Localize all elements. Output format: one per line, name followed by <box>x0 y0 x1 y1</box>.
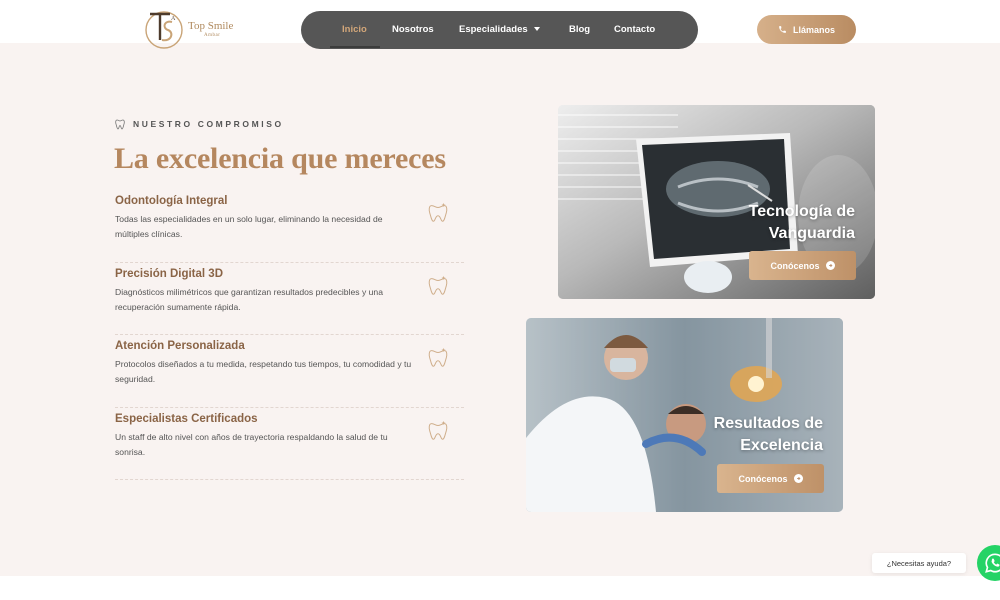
feature-description: Protocolos diseñados a tu medida, respet… <box>115 359 412 384</box>
card-title-line: Resultados de <box>713 415 823 432</box>
nav-active-indicator <box>330 46 380 48</box>
list-item: Odontología Integral Todas las especiali… <box>115 190 464 263</box>
feature-title: Precisión Digital 3D <box>115 267 224 280</box>
card-title-line: Excelencia <box>740 437 823 454</box>
feature-description: Todas las especialidades en un solo luga… <box>115 214 383 239</box>
tooth-sparkle-icon <box>428 202 448 222</box>
eyebrow-text: NUESTRO COMPROMISO <box>133 119 284 129</box>
nav-item-inicio[interactable]: Inicio <box>342 11 367 49</box>
whatsapp-icon <box>985 553 1000 573</box>
tooth-icon <box>115 119 125 129</box>
logo-monogram-icon: A <box>145 11 183 49</box>
feature-description: Un staff de alto nivel con años de traye… <box>115 431 388 457</box>
card-title: Tecnología de Vanguardia <box>749 201 855 245</box>
logo-subtitle: Ambar <box>204 33 221 38</box>
conocenos-button[interactable]: Conócenos <box>749 251 856 280</box>
main-nav: Inicio Nosotros Especialidades Blog Cont… <box>301 11 698 49</box>
feature-description: Diagnósticos milimétricos que garantizan… <box>115 286 383 312</box>
tooth-sparkle-icon <box>428 275 448 295</box>
card-title-line: Vanguardia <box>768 225 855 242</box>
nav-item-especialidades[interactable]: Especialidades <box>459 11 540 49</box>
feature-title: Atención Personalizada <box>115 340 245 352</box>
nav-item-nosotros[interactable]: Nosotros <box>392 11 434 49</box>
page-title: La excelencia que mereces <box>114 142 446 175</box>
button-label: Conócenos <box>738 473 788 484</box>
feature-title: Odontología Integral <box>115 195 228 207</box>
call-button-label: Llámanos <box>792 24 835 35</box>
button-label: Conócenos <box>770 260 820 271</box>
card-title: Resultados de Excelencia <box>714 413 823 457</box>
logo[interactable]: A Top Smile Ambar <box>140 6 240 52</box>
feature-title: Especialistas Certificados <box>115 412 258 425</box>
svg-text:A: A <box>171 16 176 22</box>
technology-card: Tecnología de Vanguardia Conócenos <box>558 105 875 299</box>
feature-list: Odontología Integral Todas las especiali… <box>115 190 464 480</box>
help-bubble[interactable]: ¿Necesitas ayuda? <box>872 553 966 573</box>
list-item: Especialistas Certificados Un staff de a… <box>115 408 464 480</box>
chevron-down-icon <box>533 27 540 32</box>
section-eyebrow: NUESTRO COMPROMISO <box>115 118 284 130</box>
conocenos-button[interactable]: Conócenos <box>717 464 824 493</box>
call-button[interactable]: Llámanos <box>757 15 856 44</box>
nav-item-label: Especialidades <box>459 24 528 35</box>
nav-item-contacto[interactable]: Contacto <box>614 11 655 49</box>
list-item: Precisión Digital 3D Diagnósticos milimé… <box>115 263 464 335</box>
tooth-sparkle-icon <box>428 420 448 440</box>
list-item: Atención Personalizada Protocolos diseña… <box>115 335 464 408</box>
phone-icon <box>779 26 786 33</box>
nav-item-blog[interactable]: Blog <box>569 11 590 49</box>
card-title-line: Tecnología de <box>748 203 855 220</box>
arrow-right-circle-icon <box>825 261 835 270</box>
tooth-sparkle-icon <box>428 347 448 367</box>
footer-strip <box>0 576 1000 600</box>
arrow-right-circle-icon <box>793 474 803 483</box>
logo-name: Top Smile <box>188 20 234 32</box>
results-card: Resultados de Excelencia Conócenos <box>526 318 843 512</box>
